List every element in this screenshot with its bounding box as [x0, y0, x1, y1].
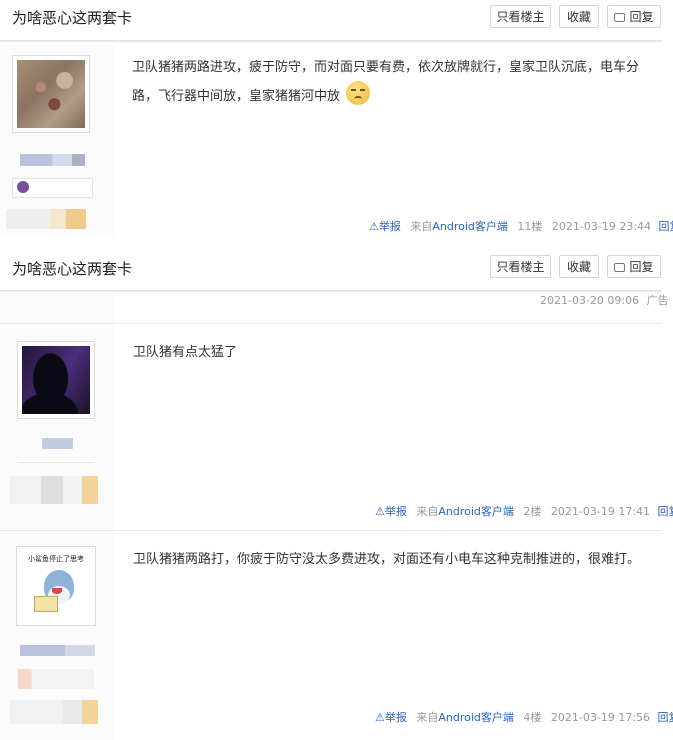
post-text: 卫队猪猪两路进攻，疲于防守，而对面只要有费，依次放牌就行，皇家卫队沉底，电车分路… — [132, 60, 640, 104]
favorite-button[interactable]: 收藏 — [559, 255, 599, 278]
report-icon[interactable]: ⚠ — [375, 711, 385, 724]
post-reply-link[interactable]: 回复 — [659, 220, 673, 233]
only-op-button[interactable]: 只看楼主 — [490, 255, 551, 278]
post-tail: ⚠举报 来自Android客户端 2楼 2021-03-19 17:41 回复 — [375, 503, 673, 519]
client-link[interactable]: Android客户端 — [432, 220, 508, 233]
post-text: 卫队猪猪两路打，你疲于防守没太多费进攻，对面还有小电车这种克制推进的，很难打。 — [133, 552, 641, 567]
ad-time: 2021-03-20 09:06 — [540, 294, 640, 307]
thread-title: 为啥恶心这两套卡 — [12, 9, 133, 27]
avatar-caption: 小鲨鱼停止了思考 — [28, 555, 84, 563]
avatar-image — [22, 346, 90, 414]
client-link[interactable]: Android客户端 — [438, 711, 514, 724]
post-content: 卫队猪猪两路打，你疲于防守没太多费进攻，对面还有小电车这种克制推进的，很难打。 — [133, 546, 653, 573]
floor-number: 2楼 — [523, 505, 542, 518]
shark-icon — [34, 570, 80, 614]
only-op-button[interactable]: 只看楼主 — [490, 5, 551, 28]
source-prefix: 来自 — [416, 711, 439, 724]
member-badge — [10, 700, 98, 724]
comment-icon — [614, 13, 626, 22]
reply-button-label: 回复 — [629, 10, 654, 24]
username[interactable] — [20, 645, 95, 656]
source-prefix: 来自 — [410, 220, 433, 233]
floor-number: 11楼 — [517, 220, 543, 233]
comment-icon — [614, 263, 626, 272]
post-text: 卫队猪有点太猛了 — [133, 345, 238, 360]
report-icon[interactable]: ⚠ — [369, 220, 379, 233]
avatar[interactable]: 小鲨鱼停止了思考 — [16, 546, 96, 626]
post-content: 卫队猪猪两路进攻，疲于防守，而对面只要有费，依次放牌就行，皇家卫队沉底，电车分路… — [132, 54, 642, 110]
report-link[interactable]: 举报 — [385, 711, 407, 724]
reply-button[interactable]: 回复 — [607, 5, 661, 28]
post-tail: ⚠举报 来自Android客户端 4楼 2021-03-19 17:56 回复 — [375, 709, 673, 725]
member-badge — [10, 476, 98, 504]
username[interactable] — [20, 154, 85, 166]
post-time: 2021-03-19 17:41 — [550, 505, 651, 518]
username[interactable] — [42, 438, 73, 449]
post-content: 卫队猪有点太猛了 — [133, 339, 643, 366]
client-link[interactable]: Android客户端 — [438, 505, 514, 518]
badge-icon — [17, 181, 29, 193]
avatar[interactable] — [12, 55, 90, 133]
member-badge — [18, 669, 94, 689]
post-reply-link[interactable]: 回复 — [658, 711, 673, 724]
member-badge — [6, 209, 86, 229]
reply-button[interactable]: 回复 — [607, 255, 661, 278]
report-link[interactable]: 举报 — [385, 505, 407, 518]
reply-button-label: 回复 — [629, 260, 654, 274]
post-tail: ⚠举报 来自Android客户端 11楼 2021-03-19 23:44 回复 — [369, 218, 673, 234]
ad-tail: 2021-03-20 09:06 广告 — [540, 292, 669, 308]
favorite-button[interactable]: 收藏 — [559, 5, 599, 28]
sad-face-emoji — [346, 81, 371, 105]
report-link[interactable]: 举报 — [379, 220, 401, 233]
avatar-image — [17, 60, 85, 128]
avatar[interactable] — [17, 341, 95, 419]
level-badge — [17, 462, 95, 469]
post-time: 2021-03-19 17:56 — [550, 711, 651, 724]
post-time: 2021-03-19 23:44 — [551, 220, 652, 233]
report-icon[interactable]: ⚠ — [375, 505, 385, 518]
avatar-image: 小鲨鱼停止了思考 — [20, 550, 92, 622]
thread-title: 为啥恶心这两套卡 — [12, 260, 133, 278]
ad-label: 广告 — [646, 294, 669, 307]
post-reply-link[interactable]: 回复 — [658, 505, 673, 518]
floor-number: 4楼 — [523, 711, 542, 724]
source-prefix: 来自 — [416, 505, 439, 518]
